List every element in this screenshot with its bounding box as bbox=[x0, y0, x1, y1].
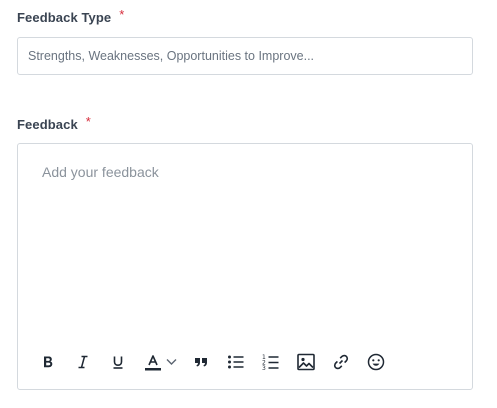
chevron-down-icon bbox=[166, 353, 177, 371]
formatting-toolbar: 123 bbox=[38, 350, 401, 374]
bold-button[interactable] bbox=[38, 352, 58, 372]
svg-text:3: 3 bbox=[262, 365, 266, 371]
feedback-type-label: Feedback Type * bbox=[17, 7, 125, 25]
underline-button[interactable] bbox=[108, 352, 128, 372]
numbered-list-icon: 123 bbox=[262, 353, 280, 371]
feedback-editor[interactable]: Add your feedback 1 2 3 bbox=[17, 143, 473, 390]
emoji-icon bbox=[367, 353, 385, 371]
text-color-icon bbox=[144, 353, 162, 371]
italic-icon bbox=[75, 354, 91, 370]
feedback-type-label-text: Feedback Type bbox=[17, 10, 112, 25]
text-color-button[interactable] bbox=[143, 352, 163, 372]
feedback-editor-area[interactable]: Add your feedback bbox=[42, 164, 452, 324]
underline-icon bbox=[110, 354, 126, 370]
insert-link-button[interactable] bbox=[331, 352, 351, 372]
required-asterisk: * bbox=[85, 114, 91, 129]
blockquote-icon bbox=[193, 354, 209, 370]
feedback-placeholder: Add your feedback bbox=[42, 164, 159, 180]
emoji-button[interactable] bbox=[366, 352, 386, 372]
feedback-label: Feedback * bbox=[17, 114, 91, 132]
insert-image-button[interactable] bbox=[296, 352, 316, 372]
blockquote-button[interactable] bbox=[191, 352, 211, 372]
text-color-control bbox=[143, 352, 177, 372]
feedback-label-text: Feedback bbox=[17, 117, 78, 132]
image-icon bbox=[297, 353, 315, 371]
numbered-list-button[interactable]: 123 bbox=[261, 352, 281, 372]
link-icon bbox=[332, 353, 350, 371]
text-color-dropdown[interactable] bbox=[165, 352, 177, 372]
bulleted-list-button[interactable] bbox=[226, 352, 246, 372]
feedback-type-input[interactable] bbox=[17, 37, 473, 75]
bold-icon bbox=[40, 354, 56, 370]
italic-button[interactable] bbox=[73, 352, 93, 372]
required-asterisk: * bbox=[119, 7, 125, 22]
bulleted-list-icon bbox=[227, 354, 245, 370]
